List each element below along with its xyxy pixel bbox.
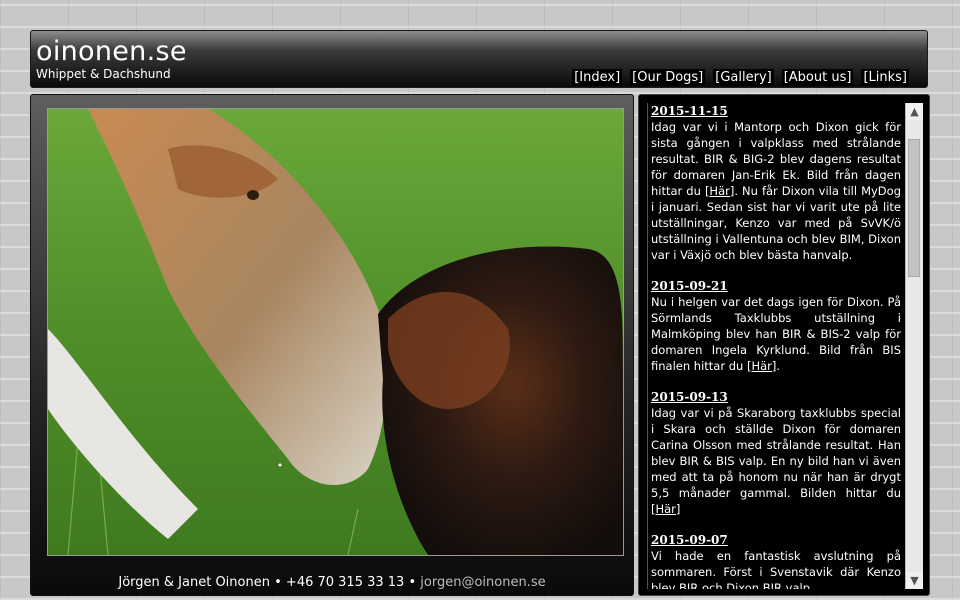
dog-photo xyxy=(47,108,624,556)
separator: • xyxy=(274,575,282,590)
news-date: 2015-09-07 xyxy=(651,533,728,547)
nav-about-us[interactable]: [About us] xyxy=(781,69,854,86)
chevron-up-icon[interactable]: ▲ xyxy=(906,103,923,120)
news-text: Vi hade en fantastisk avslutning på somm… xyxy=(651,549,901,589)
nav-links[interactable]: [Links] xyxy=(861,69,909,86)
phone-number: +46 70 315 33 13 xyxy=(285,575,405,590)
news-list: 2015-11-15 Idag var vi i Mantorp och Dix… xyxy=(648,103,904,589)
news-entry: 2015-09-21 Nu i helgen var det dags igen… xyxy=(651,278,901,374)
owner-names: Jörgen & Janet Oinonen xyxy=(118,575,270,590)
news-date: 2015-09-13 xyxy=(651,390,728,404)
news-scroll-area[interactable]: 2015-11-15 Idag var vi i Mantorp och Dix… xyxy=(647,103,904,589)
news-text: Idag var vi på Skaraborg taxklubbs speci… xyxy=(651,406,901,500)
contact-line: Jörgen & Janet Oinonen • +46 70 315 33 1… xyxy=(31,575,633,590)
news-link[interactable]: [Här] xyxy=(651,502,680,516)
news-panel: 2015-11-15 Idag var vi i Mantorp och Dix… xyxy=(638,94,930,596)
separator: • xyxy=(408,575,417,590)
site-subtitle: Whippet & Dachshund xyxy=(36,67,171,81)
news-link[interactable]: [Här] xyxy=(747,359,776,373)
photo-panel: Jörgen & Janet Oinonen • +46 70 315 33 1… xyxy=(30,94,634,596)
site-header: oinonen.se Whippet & Dachshund [Index] [… xyxy=(30,30,928,88)
news-entry: 2015-09-13 Idag var vi på Skaraborg taxk… xyxy=(651,389,901,517)
email-link[interactable]: jorgen@oinonen.se xyxy=(420,575,545,590)
news-date: 2015-09-21 xyxy=(651,279,728,293)
news-entry: 2015-09-07 Vi hade en fantastisk avslutn… xyxy=(651,532,901,589)
dog-photo-image xyxy=(48,109,623,555)
news-link[interactable]: [Här] xyxy=(705,184,734,198)
news-scrollbar[interactable]: ▲ ▼ xyxy=(905,103,923,589)
news-text: . xyxy=(776,359,781,373)
scrollbar-thumb[interactable] xyxy=(908,139,920,277)
news-date: 2015-11-15 xyxy=(651,104,728,118)
news-entry: 2015-11-15 Idag var vi i Mantorp och Dix… xyxy=(651,103,901,263)
chevron-down-icon[interactable]: ▼ xyxy=(906,572,923,589)
site-title: oinonen.se xyxy=(36,36,187,67)
nav-gallery[interactable]: [Gallery] xyxy=(713,69,774,86)
main-nav: [Index] [Our Dogs] [Gallery] [About us] … xyxy=(572,69,909,86)
nav-index[interactable]: [Index] xyxy=(572,69,623,86)
nav-our-dogs[interactable]: [Our Dogs] xyxy=(630,69,706,86)
